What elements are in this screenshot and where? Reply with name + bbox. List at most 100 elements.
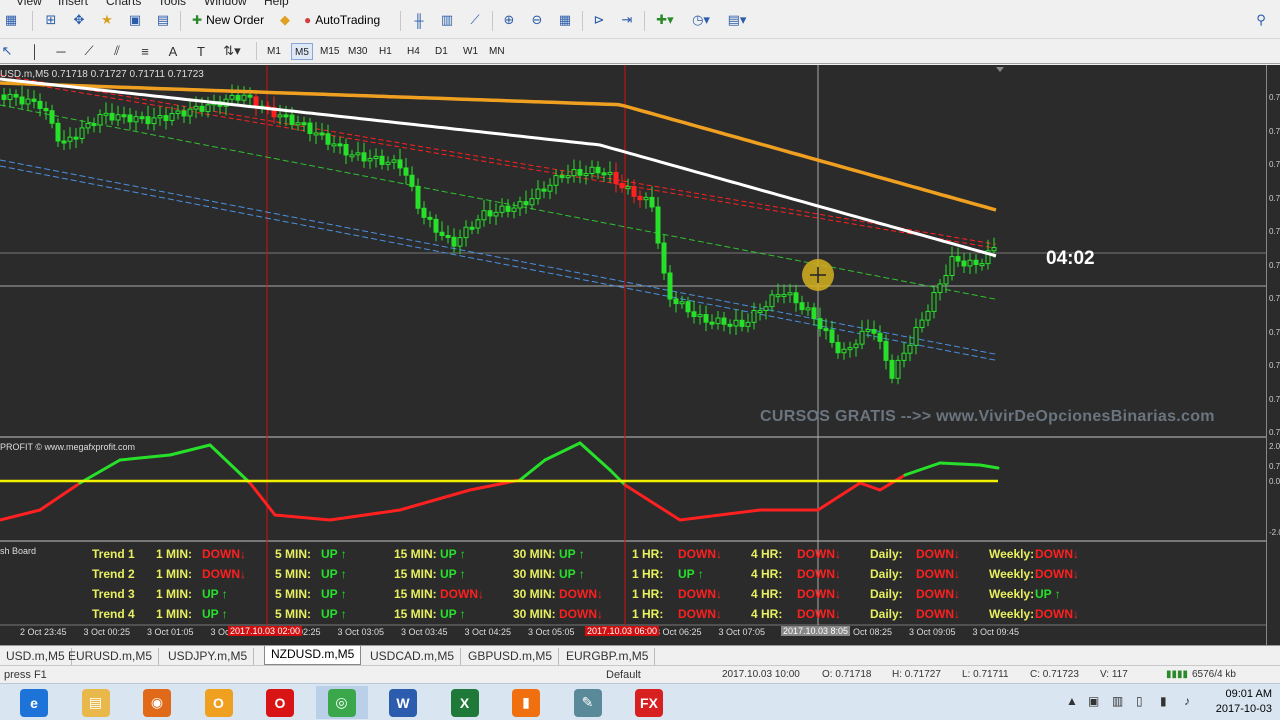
- search-icon[interactable]: ⚲: [1250, 8, 1272, 32]
- bar-chart-icon[interactable]: ╫: [408, 8, 430, 32]
- status-profile: Default: [606, 669, 641, 681]
- profiles-icon[interactable]: ⊞: [40, 8, 62, 32]
- timeframe-m30[interactable]: M30: [345, 43, 370, 60]
- taskbar-opera[interactable]: O: [254, 686, 306, 719]
- autotrading-button[interactable]: ● AutoTrading: [298, 8, 386, 32]
- trend-value: DOWN↓: [916, 587, 960, 601]
- periods-icon[interactable]: ◷▾: [686, 8, 716, 32]
- taskbar-firefox[interactable]: ◉: [131, 686, 183, 719]
- candle-body: [7, 93, 13, 100]
- line-chart-icon[interactable]: ⟋: [464, 8, 486, 32]
- candlestick-icon[interactable]: ▥: [436, 8, 458, 32]
- chart-tab[interactable]: USDJPY.m,M5: [162, 648, 255, 665]
- taskbar-explorer[interactable]: ▤: [70, 686, 122, 719]
- tray-app-icon[interactable]: ▣: [1088, 694, 1099, 708]
- auto-scroll-icon[interactable]: ⊳: [588, 8, 610, 32]
- indicator-segment: [623, 483, 682, 522]
- cursor-icon[interactable]: ↖: [0, 39, 14, 63]
- chart-window[interactable]: USD.m,M5 0.71718 0.71727 0.71711 0.71723…: [0, 65, 1266, 645]
- tray-volume-icon[interactable]: ♪: [1184, 694, 1190, 708]
- trend-timeframe-label: 4 HR:: [751, 567, 783, 581]
- crosshair-move-icon[interactable]: ✥: [68, 8, 90, 32]
- chart-tab[interactable]: EURUSD.m,M5: [62, 648, 160, 665]
- zoom-in-icon[interactable]: ⊕: [498, 8, 520, 32]
- chart-tab[interactable]: USD.m,M5: [0, 648, 72, 665]
- trend-timeframe-label: 4 HR:: [751, 587, 783, 601]
- zoom-out-icon[interactable]: ⊖: [526, 8, 548, 32]
- tray-battery-icon[interactable]: ▯: [1136, 694, 1143, 708]
- experts-icon[interactable]: ◆: [274, 8, 296, 32]
- timeframe-m15[interactable]: M15: [317, 43, 342, 60]
- trend-timeframe-label: 5 MIN:: [275, 547, 311, 561]
- menu-insert[interactable]: Insert: [58, 0, 88, 8]
- terminal-icon[interactable]: ▤: [152, 8, 174, 32]
- chart-tab[interactable]: EURGBP.m,M5: [560, 648, 656, 665]
- taskbar-tool[interactable]: ✎: [562, 686, 614, 719]
- trendline-icon[interactable]: ⟋: [80, 39, 98, 63]
- chart-shift-marker-icon[interactable]: [996, 67, 1004, 72]
- timeframe-d1[interactable]: D1: [432, 43, 451, 60]
- taskbar-chrome[interactable]: ◎: [315, 686, 368, 719]
- text-icon[interactable]: A: [164, 39, 182, 63]
- candle-body: [895, 359, 901, 379]
- trend-value: DOWN↓: [678, 587, 722, 601]
- trend-value: DOWN↓: [916, 607, 960, 621]
- taskbar-excel[interactable]: X: [439, 686, 491, 719]
- taskbar-word[interactable]: W: [377, 686, 429, 719]
- timeframe-h1[interactable]: H1: [376, 43, 395, 60]
- taskbar-outlook[interactable]: O: [193, 686, 245, 719]
- price-tick-label: 0.7: [1269, 227, 1280, 236]
- tray-signal-icon[interactable]: ▮: [1160, 694, 1167, 708]
- autotrading-label: AutoTrading: [315, 13, 381, 27]
- taskbar-stats[interactable]: ▮: [500, 686, 552, 719]
- timeframe-w1[interactable]: W1: [460, 43, 481, 60]
- navigator-icon[interactable]: ▣: [124, 8, 146, 32]
- tray-network-icon[interactable]: ▥: [1112, 694, 1123, 708]
- autotrading-icon: ●: [304, 13, 312, 27]
- price-scale[interactable]: 0.7 0.7 0.7 0.7 0.7 0.7 0.7 0.7 0.7 0.7 0.7 0.7 2.0 0…: [1266, 65, 1280, 645]
- arrows-icon[interactable]: ⇅▾: [218, 39, 246, 63]
- taskbar-clock[interactable]: 09:01 AM 2017-10-03: [1216, 687, 1272, 717]
- templates-icon[interactable]: ▤▾: [722, 8, 752, 32]
- text-label-icon[interactable]: T: [192, 39, 210, 63]
- chart-tab[interactable]: GBPUSD.m,M5: [462, 648, 560, 665]
- chart-tab[interactable]: USDCAD.m,M5: [364, 648, 462, 665]
- fibonacci-icon[interactable]: ≡: [136, 39, 154, 63]
- menu-charts[interactable]: Charts: [106, 0, 141, 8]
- new-chart-icon[interactable]: ▦: [0, 8, 22, 32]
- menu-view[interactable]: View: [16, 0, 42, 8]
- candle-body: [931, 292, 937, 312]
- candle-body: [31, 98, 37, 102]
- new-order-button[interactable]: ✚ New Order: [186, 8, 270, 32]
- timeframe-m5[interactable]: M5: [291, 43, 313, 60]
- candle-body: [91, 123, 97, 127]
- trend-value: UP ↑: [202, 607, 228, 621]
- candle-body: [571, 169, 577, 177]
- candle-body: [739, 319, 745, 327]
- tray-expand-icon[interactable]: ▲: [1066, 694, 1078, 708]
- timeframe-h4[interactable]: H4: [404, 43, 423, 60]
- channel-icon[interactable]: ⫽: [108, 39, 126, 63]
- indicators-icon[interactable]: ✚▾: [650, 8, 680, 32]
- trend-value: DOWN↓: [559, 607, 603, 621]
- horizontal-line-icon[interactable]: ─: [52, 39, 70, 63]
- candle-body: [13, 93, 19, 98]
- tool-icon: ✎: [573, 688, 602, 717]
- candle-body: [775, 294, 781, 298]
- chart-tab[interactable]: NZDUSD.m,M5: [264, 646, 362, 665]
- candle-body: [67, 136, 73, 142]
- timeframe-m1[interactable]: M1: [264, 43, 284, 60]
- vertical-line-icon[interactable]: │: [26, 39, 44, 63]
- price-tick-label: 0.7: [1269, 428, 1280, 437]
- taskbar-fxpro[interactable]: FX: [623, 686, 675, 719]
- menu-help[interactable]: Help: [264, 0, 289, 8]
- timeframe-mn[interactable]: MN: [486, 43, 508, 60]
- candle-body: [475, 219, 481, 229]
- candle-body: [277, 114, 283, 118]
- taskbar-ie[interactable]: e: [8, 686, 60, 719]
- menu-tools[interactable]: Tools: [158, 0, 186, 8]
- chart-shift-icon[interactable]: ⇥: [616, 8, 638, 32]
- menu-window[interactable]: Window: [204, 0, 247, 8]
- tile-windows-icon[interactable]: ▦: [554, 8, 576, 32]
- favorites-icon[interactable]: ★: [96, 8, 118, 32]
